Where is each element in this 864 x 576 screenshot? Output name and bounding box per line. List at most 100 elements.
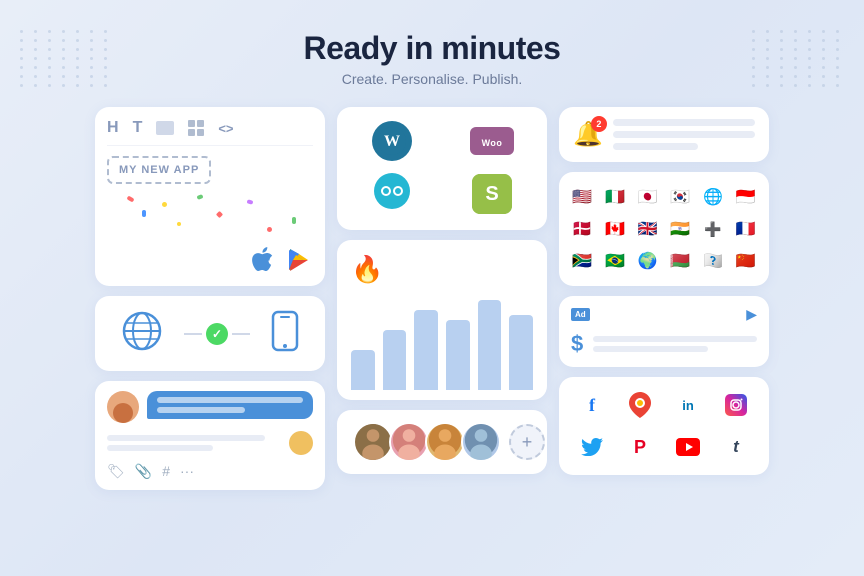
- toolbar-t[interactable]: T: [133, 119, 143, 137]
- confetti-area: [107, 192, 313, 242]
- flags-card: 🇺🇸 🇮🇹 🇯🇵 🇰🇷 🌐 🇮🇩 🇩🇰 🇨🇦 🇬🇧 🇮🇳 ➕ 🇫🇷 🇿🇦 🇧🇷 …: [559, 172, 769, 286]
- phone-icon: [271, 310, 299, 357]
- team-avatar-3: [425, 422, 465, 462]
- cards-grid: H T <> MY NEW APP: [0, 107, 864, 490]
- bar-1: [351, 350, 375, 390]
- social-card: f in: [559, 377, 769, 475]
- shopify-logo[interactable]: S: [472, 174, 512, 214]
- app-name-label: MY NEW APP: [107, 156, 211, 184]
- right-column: 🔔 2 🇺🇸 🇮🇹 🇯🇵 🇰🇷 🌐 🇮🇩 🇩🇰 🇨🇦 🇬🇧: [559, 107, 769, 490]
- google-maps-icon[interactable]: [624, 389, 656, 421]
- page-header: Ready in minutes Create. Personalise. Pu…: [0, 0, 864, 87]
- ad-lines: [593, 336, 757, 352]
- team-avatar-2: [389, 422, 429, 462]
- notification-badge: 2: [591, 116, 607, 132]
- ad-badge: Ad: [571, 308, 590, 321]
- chat-card: 🏷 📎 # ···: [95, 381, 325, 490]
- flag-es[interactable]: 🏴󠁥󠁳󠁣󠁴󠁿: [700, 248, 726, 274]
- bar-chart: [351, 295, 533, 390]
- chat-avatar: [107, 391, 139, 423]
- bar-2: [383, 330, 407, 390]
- chat-bubble: [147, 391, 313, 419]
- flags-grid: 🇺🇸 🇮🇹 🇯🇵 🇰🇷 🌐 🇮🇩 🇩🇰 🇨🇦 🇬🇧 🇮🇳 ➕ 🇫🇷 🇿🇦 🇧🇷 …: [569, 184, 759, 274]
- tumblr-icon[interactable]: t: [720, 431, 752, 463]
- chat-toolbar: 🏷 📎 # ···: [107, 463, 313, 480]
- svg-text:Woo: Woo: [482, 138, 503, 148]
- toolbar-image-icon[interactable]: [156, 121, 174, 135]
- flag-in[interactable]: 🇮🇳: [667, 216, 693, 242]
- flag-us[interactable]: 🇺🇸: [569, 184, 595, 210]
- dots-decoration-left: for(let i=0;i<49;i++) document.currentSc…: [20, 30, 112, 87]
- tag-icon[interactable]: 🏷: [107, 463, 125, 480]
- store-icons: [107, 246, 313, 274]
- bar-6: [509, 315, 533, 390]
- chat-message: [107, 391, 313, 423]
- toolbar-code-icon[interactable]: <>: [218, 121, 233, 136]
- pinterest-icon[interactable]: P: [624, 431, 656, 463]
- facebook-icon[interactable]: f: [576, 389, 608, 421]
- flag-fr[interactable]: 🇫🇷: [733, 216, 759, 242]
- chat-line-2: [157, 407, 245, 413]
- flag-br[interactable]: 🇧🇷: [602, 248, 628, 274]
- chat-line-1: [157, 397, 303, 403]
- ad-play-icon[interactable]: ▶: [746, 306, 757, 323]
- notif-line-3: [613, 143, 698, 150]
- dots-decoration-right: for(let i=0;i<49;i++) document.currentSc…: [752, 30, 844, 87]
- flag-cn[interactable]: 🇨🇳: [733, 248, 759, 274]
- apple-store-icon[interactable]: [249, 246, 277, 274]
- flag-jp[interactable]: 🇯🇵: [635, 184, 661, 210]
- svg-text:W: W: [384, 133, 400, 150]
- woocommerce-logo[interactable]: Woo: [470, 127, 514, 155]
- notif-line-2: [613, 131, 755, 138]
- hashtag-icon[interactable]: #: [162, 463, 170, 480]
- ad-header: Ad ▶: [571, 306, 757, 323]
- more-icon[interactable]: ···: [180, 463, 194, 480]
- linkedin-icon[interactable]: in: [672, 389, 704, 421]
- page-subtitle: Create. Personalise. Publish.: [0, 71, 864, 87]
- chart-card: 🔥: [337, 240, 547, 400]
- google-play-icon[interactable]: [285, 246, 313, 274]
- ad-card: Ad ▶ $: [559, 296, 769, 367]
- flag-global[interactable]: 🌐: [700, 184, 726, 210]
- social-icons-grid: f in: [573, 389, 755, 463]
- notif-line-1: [613, 119, 755, 126]
- bar-5: [478, 300, 502, 390]
- notification-bell: 🔔 2: [573, 120, 603, 149]
- attachment-icon[interactable]: 📎: [135, 463, 152, 480]
- team-avatar-1: [353, 422, 393, 462]
- opencart-logo[interactable]: [372, 171, 412, 216]
- editor-toolbar: H T <>: [107, 119, 313, 146]
- youtube-icon[interactable]: [672, 431, 704, 463]
- firebase-icon: 🔥: [351, 254, 383, 285]
- chart-bars: [351, 300, 533, 390]
- bar-3: [414, 310, 438, 390]
- twitter-icon[interactable]: [576, 431, 608, 463]
- flag-ca[interactable]: 🇨🇦: [602, 216, 628, 242]
- notification-card: 🔔 2: [559, 107, 769, 162]
- globe-icon: [121, 310, 163, 357]
- toolbar-grid-icon[interactable]: [188, 120, 204, 136]
- chat-reply-lines: [107, 435, 283, 451]
- bar-4: [446, 320, 470, 390]
- flag-it[interactable]: 🇮🇹: [602, 184, 628, 210]
- notification-content: [613, 119, 755, 150]
- team-card: +: [337, 410, 547, 474]
- flag-za[interactable]: 🇿🇦: [569, 248, 595, 274]
- dollar-icon: $: [571, 331, 583, 357]
- flag-id[interactable]: 🇮🇩: [733, 184, 759, 210]
- flag-gb[interactable]: 🇬🇧: [635, 216, 661, 242]
- add-member-button[interactable]: +: [509, 424, 545, 460]
- instagram-icon[interactable]: [720, 389, 752, 421]
- ad-line-2: [593, 346, 708, 352]
- wordpress-logo[interactable]: W: [372, 121, 412, 161]
- flag-world[interactable]: 🌍: [635, 248, 661, 274]
- connection-line: ✓: [184, 323, 250, 345]
- flag-kr[interactable]: 🇰🇷: [667, 184, 693, 210]
- flag-add[interactable]: ➕: [700, 216, 726, 242]
- editor-card: H T <> MY NEW APP: [95, 107, 325, 286]
- flag-dk[interactable]: 🇩🇰: [569, 216, 595, 242]
- flag-by[interactable]: 🇧🇾: [667, 248, 693, 274]
- left-column: H T <> MY NEW APP: [95, 107, 325, 490]
- toolbar-h[interactable]: H: [107, 119, 119, 137]
- middle-column: W Woo: [337, 107, 547, 490]
